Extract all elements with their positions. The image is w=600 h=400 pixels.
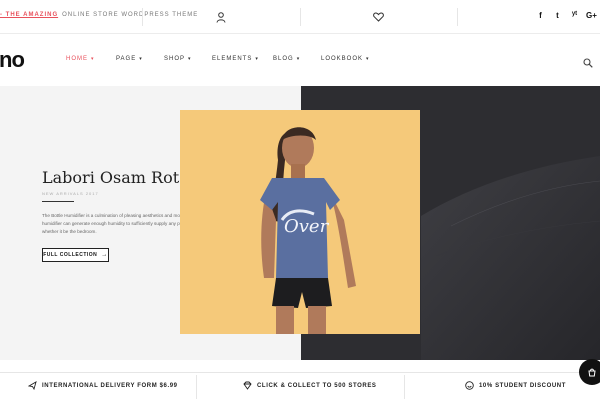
promo-rest: ONLINE STORE WORDPRESS THEME (62, 12, 199, 18)
arrow-right-icon: → (101, 252, 108, 258)
site-logo[interactable]: no (0, 47, 25, 73)
divider (300, 8, 301, 26)
feature-collect: CLICK & COLLECT TO 500 STORES (243, 381, 377, 390)
nav-item-elements[interactable]: ELEMENTS ▾ (212, 56, 273, 62)
diamond-icon (243, 381, 252, 390)
search-icon[interactable] (583, 55, 593, 73)
promo-accent[interactable]: - THE AMAZING (0, 12, 58, 18)
feature-label: 10% STUDENT DISCOUNT (479, 382, 567, 389)
chevron-down-icon: ▾ (188, 56, 192, 62)
nav-item-label: HOME (66, 56, 88, 62)
nav-item-page[interactable]: PAGE ▾ (116, 56, 164, 62)
feature-label: INTERNATIONAL DELIVERY FORM $6.99 (42, 382, 178, 389)
nav-item-label: SHOP (164, 56, 186, 62)
smile-icon (465, 381, 474, 390)
divider (142, 8, 143, 26)
twitter-icon[interactable]: t (549, 11, 566, 20)
button-label: FULL COLLECTION (43, 252, 98, 258)
top-bar: - THE AMAZING ONLINE STORE WORDPRESS THEM… (0, 0, 600, 34)
nav-item-label: LOOKBOOK (321, 56, 364, 62)
feature-discount: 10% STUDENT DISCOUNT (465, 381, 566, 390)
divider (42, 201, 74, 202)
chevron-down-icon: ▾ (366, 56, 370, 62)
full-collection-button[interactable]: FULL COLLECTION → (42, 248, 109, 262)
nav-item-lookbook[interactable]: LOOKBOOK ▾ (321, 56, 370, 62)
google-plus-icon[interactable]: G+ (583, 11, 600, 20)
shirt-print: Over (284, 216, 330, 237)
nav-item-home[interactable]: HOME ▾ (66, 56, 116, 62)
social-links: f t yt G+ (532, 11, 600, 20)
divider (404, 375, 405, 399)
nav-item-shop[interactable]: SHOP ▾ (164, 56, 212, 62)
plane-icon (28, 381, 37, 390)
chat-button[interactable] (579, 359, 600, 385)
heart-icon[interactable] (371, 10, 385, 24)
user-icon[interactable] (214, 10, 228, 24)
feature-label: CLICK & COLLECT TO 500 STORES (257, 382, 377, 389)
nav-item-label: ELEMENTS (212, 56, 253, 62)
bag-icon (588, 368, 596, 377)
promo-text: - THE AMAZING ONLINE STORE WORDPRESS THEM… (0, 12, 198, 18)
chevron-down-icon: ▾ (91, 56, 95, 62)
chevron-down-icon: ▾ (139, 56, 143, 62)
feature-delivery: INTERNATIONAL DELIVERY FORM $6.99 (28, 381, 178, 390)
youtube-icon[interactable]: yt (566, 11, 583, 20)
nav-menu: HOME ▾ PAGE ▾ SHOP ▾ ELEMENTS ▾ BLOG ▾ LOOKBO… (66, 56, 370, 62)
chevron-down-icon: ▾ (255, 56, 259, 62)
nav-item-label: BLOG (273, 56, 294, 62)
features-bar: INTERNATIONAL DELIVERY FORM $6.99 CLICK … (0, 372, 600, 400)
chevron-down-icon: ▾ (296, 56, 301, 62)
divider (457, 8, 458, 26)
nav-item-blog[interactable]: BLOG ▾ (273, 56, 321, 62)
nav-item-label: PAGE (116, 56, 137, 62)
hero-subtitle: NEW ARRIVALS 2017 (42, 191, 99, 196)
model-illustration: Over (260, 127, 356, 334)
main-nav: no HOME ▾ PAGE ▾ SHOP ▾ ELEMENTS ▾ BLOG ▾ LOO… (0, 34, 600, 86)
facebook-icon[interactable]: f (532, 11, 549, 20)
divider (196, 375, 197, 399)
product-photo: Over (180, 110, 420, 334)
